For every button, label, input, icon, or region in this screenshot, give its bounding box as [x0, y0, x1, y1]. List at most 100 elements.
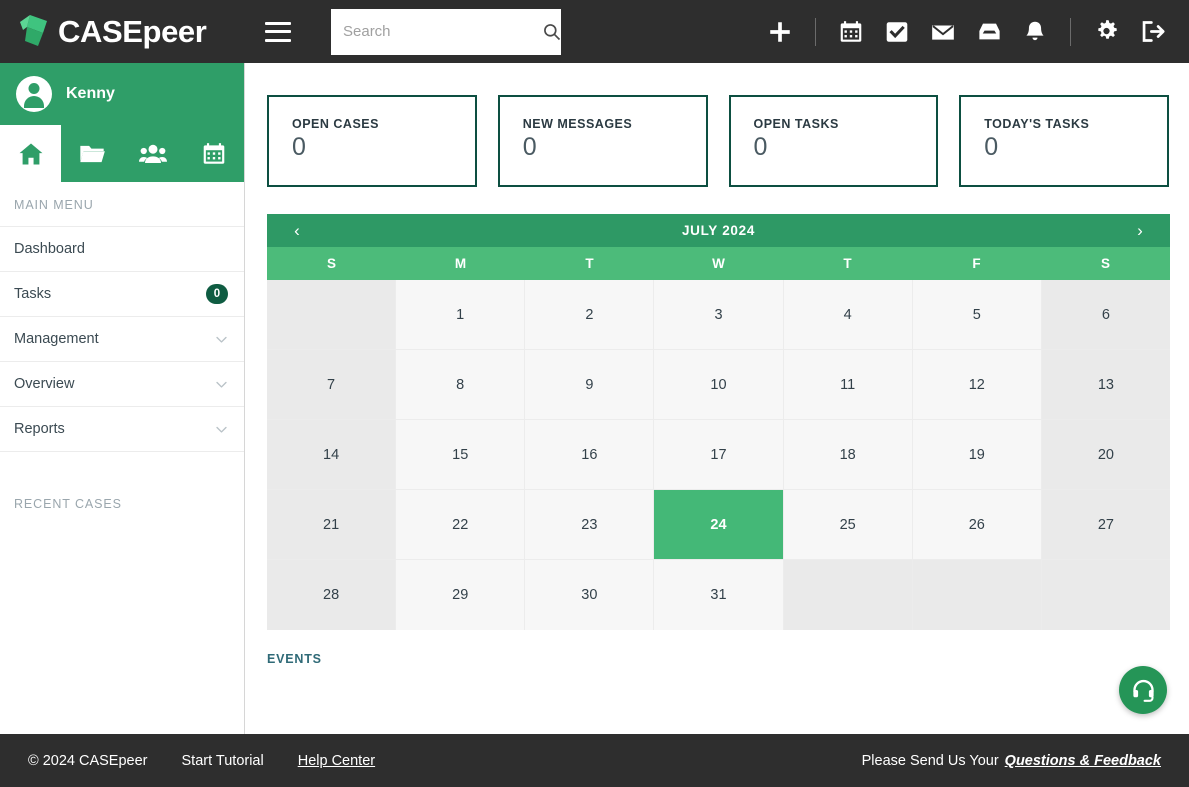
calendar-day-empty	[913, 560, 1042, 630]
calendar-day-31[interactable]: 31	[654, 560, 783, 630]
calendar-header: ‹ JULY 2024 ›	[267, 214, 1170, 247]
calendar-day-3[interactable]: 3	[654, 280, 783, 350]
calendar-day-14[interactable]: 14	[267, 420, 396, 490]
icon-divider	[815, 18, 816, 46]
calendar-day-10[interactable]: 10	[654, 350, 783, 420]
search-icon[interactable]	[542, 22, 562, 42]
calendar-day-18[interactable]: 18	[784, 420, 913, 490]
calendar-day-2[interactable]: 2	[525, 280, 654, 350]
messages-icon[interactable]	[928, 17, 958, 47]
calendar-day-23[interactable]: 23	[525, 490, 654, 560]
sidebar-user-block[interactable]: Kenny	[0, 63, 244, 125]
hamburger-menu-icon[interactable]	[265, 22, 291, 42]
calendar-week-row: 28293031	[267, 560, 1170, 630]
help-center-link[interactable]: Help Center	[298, 753, 375, 769]
support-button[interactable]	[1119, 666, 1167, 714]
sidebar-item-overview[interactable]: Overview	[0, 361, 244, 406]
icon-divider	[1070, 18, 1071, 46]
calendar-day-25[interactable]: 25	[784, 490, 913, 560]
calendar-day-4[interactable]: 4	[784, 280, 913, 350]
calendar-weekday-1: M	[396, 247, 525, 280]
search-input[interactable]	[343, 23, 542, 40]
calendar-day-17[interactable]: 17	[654, 420, 783, 490]
calendar-day-12[interactable]: 12	[913, 350, 1042, 420]
folder-icon	[78, 140, 106, 168]
calendar-day-empty	[267, 280, 396, 350]
start-tutorial-link[interactable]: Start Tutorial	[182, 753, 264, 769]
calendar-day-22[interactable]: 22	[396, 490, 525, 560]
sidebar-tab-contacts[interactable]	[122, 125, 183, 182]
sidebar-tab-cases[interactable]	[61, 125, 122, 182]
calendar-day-13[interactable]: 13	[1042, 350, 1170, 420]
calendar-day-9[interactable]: 9	[525, 350, 654, 420]
calendar-day-24[interactable]: 24	[654, 490, 783, 560]
calendar-day-19[interactable]: 19	[913, 420, 1042, 490]
calendar-day-11[interactable]: 11	[784, 350, 913, 420]
calendar-day-16[interactable]: 16	[525, 420, 654, 490]
search-container[interactable]	[331, 9, 561, 55]
stat-card-new-messages[interactable]: NEW MESSAGES 0	[498, 95, 708, 187]
calendar-day-6[interactable]: 6	[1042, 280, 1170, 350]
logout-icon[interactable]	[1137, 17, 1167, 47]
notifications-icon[interactable]	[1020, 17, 1050, 47]
sidebar-item-dashboard[interactable]: Dashboard	[0, 226, 244, 271]
calendar-month-title: JULY 2024	[327, 223, 1110, 238]
calendar-next-button[interactable]: ›	[1110, 221, 1170, 241]
stat-card-open-tasks[interactable]: OPEN TASKS 0	[729, 95, 939, 187]
calendar-week-row: 78910111213	[267, 350, 1170, 420]
calendar-day-1[interactable]: 1	[396, 280, 525, 350]
stat-card-value: 0	[754, 133, 937, 162]
footer-copyright: © 2024 CASEpeer	[28, 753, 148, 769]
settings-icon[interactable]	[1091, 17, 1121, 47]
sidebar-item-management[interactable]: Management	[0, 316, 244, 361]
calendar-day-5[interactable]: 5	[913, 280, 1042, 350]
stat-card-open-cases[interactable]: OPEN CASES 0	[267, 95, 477, 187]
stat-card-title: OPEN CASES	[292, 117, 475, 131]
calendar-prev-button[interactable]: ‹	[267, 221, 327, 241]
calendar-week-row: 14151617181920	[267, 420, 1170, 490]
tasks-count-badge: 0	[206, 284, 228, 304]
feedback-link[interactable]: Questions & Feedback	[1005, 753, 1161, 769]
user-avatar-icon	[16, 76, 52, 112]
calendar-weekday-row: SMTWTFS	[267, 247, 1170, 280]
stat-cards: OPEN CASES 0 NEW MESSAGES 0 OPEN TASKS 0…	[267, 95, 1169, 187]
calendar-day-28[interactable]: 28	[267, 560, 396, 630]
sidebar-item-label: Management	[14, 331, 215, 347]
add-icon[interactable]	[765, 17, 795, 47]
stat-card-title: TODAY'S TASKS	[984, 117, 1167, 131]
calendar-day-27[interactable]: 27	[1042, 490, 1170, 560]
brand-name: CASEpeer	[58, 14, 206, 50]
sidebar-item-tasks[interactable]: Tasks 0	[0, 271, 244, 316]
calendar-weekday-2: T	[525, 247, 654, 280]
calendar-day-26[interactable]: 26	[913, 490, 1042, 560]
calendar-day-15[interactable]: 15	[396, 420, 525, 490]
home-icon	[17, 140, 45, 168]
calendar-week-row: 21222324252627	[267, 490, 1170, 560]
brand-logo[interactable]: CASEpeer	[0, 13, 245, 51]
user-name: Kenny	[66, 85, 115, 103]
calendar-day-30[interactable]: 30	[525, 560, 654, 630]
calendar-day-29[interactable]: 29	[396, 560, 525, 630]
top-icon-group	[765, 17, 1189, 47]
chevron-down-icon	[215, 423, 228, 436]
calendar-day-7[interactable]: 7	[267, 350, 396, 420]
calendar-icon[interactable]	[836, 17, 866, 47]
events-label: EVENTS	[267, 652, 1169, 666]
sidebar: Kenny	[0, 63, 245, 734]
sidebar-tab-calendar[interactable]	[183, 125, 244, 182]
calendar-day-20[interactable]: 20	[1042, 420, 1170, 490]
sidebar-item-label: Overview	[14, 376, 215, 392]
calendar-day-8[interactable]: 8	[396, 350, 525, 420]
stat-card-todays-tasks[interactable]: TODAY'S TASKS 0	[959, 95, 1169, 187]
calendar-week-row: 123456	[267, 280, 1170, 350]
sidebar-item-label: Reports	[14, 421, 215, 437]
tasks-icon[interactable]	[882, 17, 912, 47]
calendar-grid: 1234567891011121314151617181920212223242…	[267, 280, 1170, 630]
stat-card-value: 0	[292, 133, 475, 162]
calendar-day-21[interactable]: 21	[267, 490, 396, 560]
sidebar-tab-home[interactable]	[0, 125, 61, 182]
inbox-icon[interactable]	[974, 17, 1004, 47]
casepeer-logo-icon	[16, 13, 50, 51]
calendar-weekday-4: T	[783, 247, 912, 280]
sidebar-item-reports[interactable]: Reports	[0, 406, 244, 451]
